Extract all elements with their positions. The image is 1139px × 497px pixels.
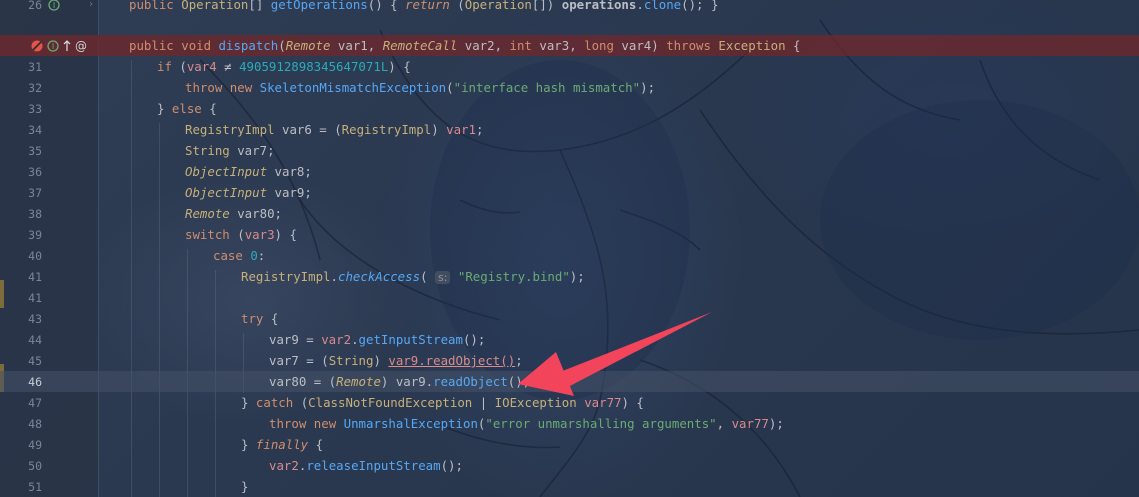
line-number: 36 [28,164,42,179]
code-line[interactable]: 38 Remote var80; [0,203,1139,224]
code-text: case 0: [213,248,266,263]
code-line[interactable]: 35 String var7; [0,140,1139,161]
code-line[interactable]: 31 if (var4 ≠ 4905912898345647071L) { [0,56,1139,77]
code-line[interactable]: 50 var2.releaseInputStream(); [0,455,1139,476]
line-number: 49 [28,437,42,452]
line-number: 47 [28,395,42,410]
line-number: 38 [28,206,42,221]
code-text: String var7; [185,143,275,158]
parameter-hint: s: [434,271,451,284]
code-text: RegistryImpl var6 = (RegistryImpl) var1; [185,122,484,137]
code-line[interactable]: 44 var9 = var2.getInputStream(); [0,329,1139,350]
code-line[interactable]: 40 case 0: [0,245,1139,266]
code-line[interactable]: 36 ObjectInput var8; [0,161,1139,182]
fold-icon[interactable]: › [88,0,94,10]
code-line[interactable]: 43 try { [0,308,1139,329]
implements-icon[interactable]: I [48,0,60,11]
code-line[interactable]: 41 RegistryImpl.checkAccess( s: "Registr… [0,266,1139,287]
code-text: } [241,479,249,494]
code-text: var2.releaseInputStream(); [269,458,463,473]
code-line[interactable]: 39 switch (var3) { [0,224,1139,245]
line-number: 32 [28,80,42,95]
code-text: public Operation[] getOperations() { ret… [129,0,719,12]
svg-text:I: I [52,42,54,51]
code-text: try { [241,311,279,326]
line-number: 40 [28,248,42,263]
code-text: } catch (ClassNotFoundException | IOExce… [241,395,644,410]
code-line[interactable]: 33 } else { [0,98,1139,119]
breakpoint-icon[interactable] [30,39,44,53]
code-text: } finally { [241,437,324,452]
code-text: throw new UnmarshalException("error unma… [269,416,784,431]
breakpoint-line[interactable]: I @ public void dispatch(Remote var1, Re… [0,35,1139,56]
line-number: 31 [28,59,42,74]
line-number: 51 [28,479,42,494]
code-line[interactable]: 26 I › public Operation[] getOperations(… [0,0,1139,15]
code-text: var80 = (Remote) var9.readObject(); [269,374,531,389]
code-text: Remote var80; [185,206,282,221]
line-number: 26 [28,0,42,12]
gutter-icons: I @ [30,39,88,53]
line-number: 35 [28,143,42,158]
line-number: 44 [28,332,42,347]
svg-text:I: I [53,1,55,10]
code-text: if (var4 ≠ 4905912898345647071L) { [157,59,411,74]
line-number: 50 [28,458,42,473]
code-text: RegistryImpl.checkAccess( s: "Registry.b… [241,269,585,284]
line-number: 37 [28,185,42,200]
line-number: 45 [28,353,42,368]
code-text: switch (var3) { [185,227,297,242]
line-number: 48 [28,416,42,431]
line-number: 41 [28,269,42,284]
current-line[interactable]: 46 var80 = (Remote) var9.readObject(); [0,371,1139,392]
line-number: 33 [28,101,42,116]
code-text: } else { [157,101,217,116]
line-number: 41 [28,290,42,305]
implements-icon[interactable]: I [46,39,60,53]
code-line[interactable]: 32 throw new SkeletonMismatchException("… [0,77,1139,98]
line-number: 43 [28,311,42,326]
code-line[interactable]: 49 } finally { [0,434,1139,455]
code-line[interactable]: 51 } [0,476,1139,497]
annotation-at-icon[interactable]: @ [74,39,88,53]
line-number: 46 [28,374,42,389]
code-text: throw new SkeletonMismatchException("int… [185,80,656,95]
code-line[interactable]: 41 [0,287,1139,308]
code-line[interactable]: 37 ObjectInput var9; [0,182,1139,203]
code-line[interactable]: 47 } catch (ClassNotFoundException | IOE… [0,392,1139,413]
code-text: ObjectInput var9; [185,185,312,200]
line-number: 34 [28,122,42,137]
code-text: var7 = (String) var9.readObject(); [269,353,523,368]
code-line[interactable]: 48 throw new UnmarshalException("error u… [0,413,1139,434]
code-text: public void dispatch(Remote var1, Remote… [129,38,801,53]
code-line[interactable]: 34 RegistryImpl var6 = (RegistryImpl) va… [0,119,1139,140]
code-text: ObjectInput var8; [185,164,312,179]
code-text: var9 = var2.getInputStream(); [269,332,486,347]
override-up-icon[interactable] [62,39,72,53]
svg-text:@: @ [75,39,87,53]
code-line[interactable]: 45 var7 = (String) var9.readObject(); [0,350,1139,371]
line-number: 39 [28,227,42,242]
